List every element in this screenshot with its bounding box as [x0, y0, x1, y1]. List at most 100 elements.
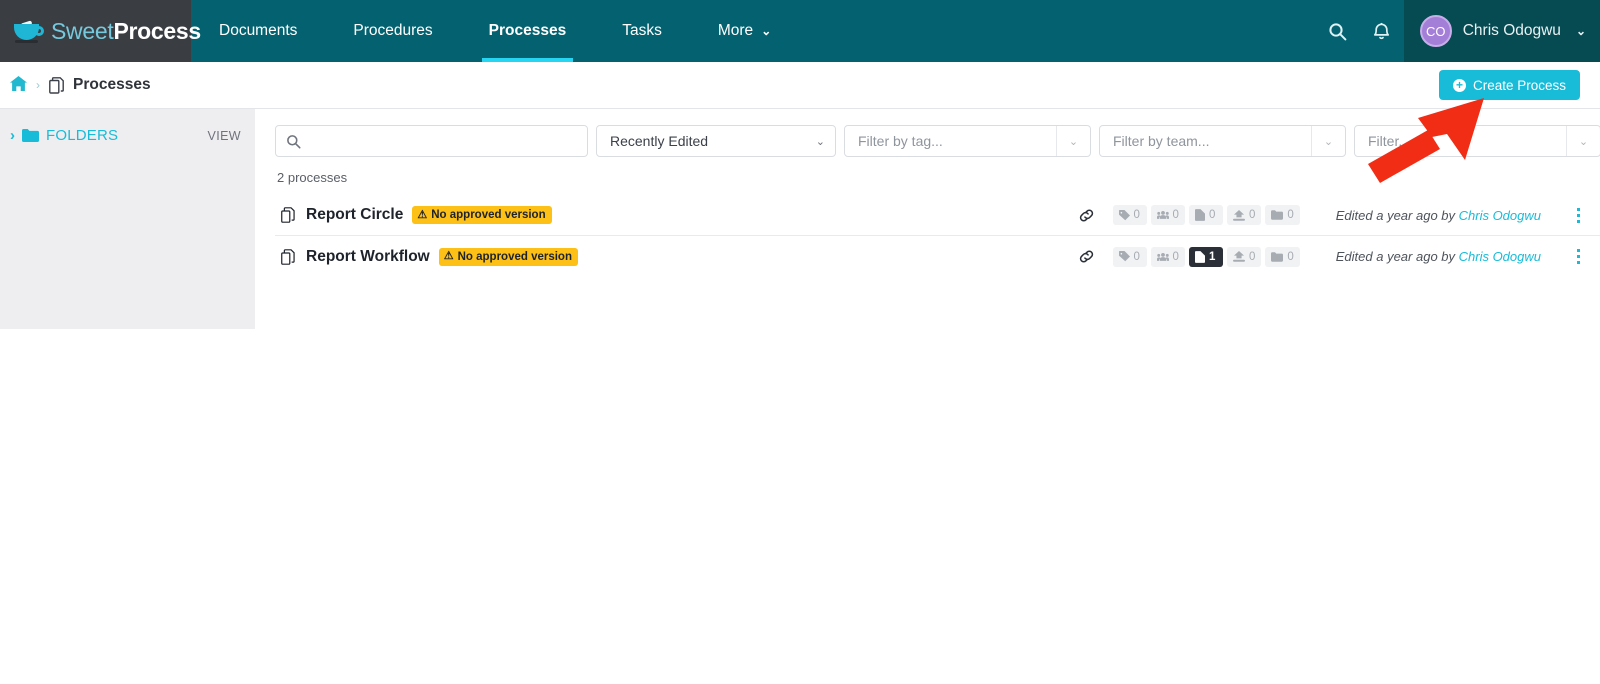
- process-list: Report Circle ⚠ No approved version 0 0 …: [275, 195, 1600, 277]
- folder-counter[interactable]: 0: [1265, 246, 1300, 267]
- create-process-button[interactable]: + Create Process: [1438, 70, 1580, 100]
- avatar: CO: [1419, 15, 1452, 47]
- copy-document-icon: [281, 207, 295, 223]
- nav-item-label: More: [717, 22, 754, 39]
- search-icon: [286, 134, 301, 149]
- warning-icon: ⚠: [417, 208, 428, 221]
- table-row[interactable]: Report Workflow ⚠ No approved version 0 …: [275, 236, 1600, 277]
- sidebar: › FOLDERS VIEW: [0, 109, 255, 329]
- app-logo[interactable]: SweetProcess: [0, 0, 201, 62]
- document-counter[interactable]: 0: [1188, 205, 1223, 225]
- other-filter-select[interactable]: Filter... ⌄: [1354, 125, 1600, 157]
- search-icon[interactable]: [1316, 0, 1360, 62]
- team-counter[interactable]: 0: [1150, 246, 1185, 267]
- main-nav-links: Documents Procedures Processes Tasks Mor…: [191, 0, 799, 62]
- chevron-down-icon: ⌄: [1311, 126, 1345, 156]
- filter-bar: Recently Edited ⌄ Filter by tag... ⌄ Fil…: [275, 125, 1600, 157]
- kebab-menu-icon[interactable]: [1567, 207, 1589, 223]
- bell-icon[interactable]: [1360, 0, 1404, 62]
- status-badge-label: No approved version: [457, 250, 572, 263]
- status-badge-label: No approved version: [431, 209, 546, 221]
- edited-author-link[interactable]: Chris Odogwu: [1459, 208, 1541, 223]
- nav-item-processes[interactable]: Processes: [461, 0, 595, 62]
- edited-prefix: Edited a year ago by: [1335, 249, 1459, 264]
- nav-item-label: Procedures: [353, 22, 433, 39]
- tag-counter[interactable]: 0: [1112, 205, 1147, 225]
- other-filter-placeholder: Filter...: [1368, 133, 1411, 149]
- counter-value: 0: [1133, 250, 1140, 263]
- breadcrumb-separator: ›: [36, 78, 40, 92]
- nav-item-label: Processes: [488, 22, 567, 39]
- counter-value: 0: [1172, 209, 1179, 221]
- chevron-down-icon: ⌄: [761, 24, 772, 38]
- chevron-down-icon: ⌄: [1575, 24, 1586, 38]
- process-title[interactable]: Report Workflow: [306, 248, 430, 266]
- kebab-menu-icon[interactable]: [1567, 249, 1589, 264]
- table-row[interactable]: Report Circle ⚠ No approved version 0 0 …: [275, 195, 1600, 236]
- nav-item-procedures[interactable]: Procedures: [325, 0, 460, 62]
- logo-process-text: Process: [113, 17, 201, 44]
- top-navigation-bar: SweetProcess Documents Procedures Proces…: [0, 0, 1600, 62]
- document-counter[interactable]: 1: [1188, 246, 1223, 267]
- process-count-label: 2 processes: [277, 170, 348, 185]
- nav-item-tasks[interactable]: Tasks: [594, 0, 690, 62]
- content-area: Recently Edited ⌄ Filter by tag... ⌄ Fil…: [255, 109, 1600, 329]
- sidebar-item-folders[interactable]: › FOLDERS: [10, 127, 118, 144]
- user-menu[interactable]: CO Chris Odogwu ⌄: [1403, 0, 1600, 62]
- page-title: Processes: [73, 76, 151, 93]
- team-filter-select[interactable]: Filter by team... ⌄: [1099, 125, 1346, 157]
- sidebar-folders-row: › FOLDERS VIEW: [10, 127, 241, 144]
- coffee-cup-icon: [14, 18, 44, 44]
- counter-value: 0: [1133, 209, 1140, 221]
- nav-item-documents[interactable]: Documents: [191, 0, 325, 62]
- counter-value: 0: [1248, 250, 1256, 263]
- tag-filter-select[interactable]: Filter by tag... ⌄: [844, 125, 1091, 157]
- row-counters: 0 0 0 0 0: [1112, 205, 1300, 225]
- counter-value: 0: [1172, 250, 1179, 263]
- upload-counter[interactable]: 0: [1226, 205, 1262, 225]
- row-counters: 0 0 1 0 0: [1112, 246, 1300, 267]
- search-input[interactable]: [275, 125, 588, 157]
- sort-select-value: Recently Edited: [610, 133, 709, 149]
- chevron-right-icon: ›: [10, 127, 15, 144]
- chevron-down-icon: ⌄: [1056, 126, 1090, 156]
- sort-select[interactable]: Recently Edited ⌄: [596, 125, 836, 157]
- edited-info: Edited a year ago by Chris Odogwu: [1336, 208, 1541, 223]
- folder-icon: [22, 129, 39, 142]
- nav-item-label: Tasks: [622, 22, 662, 39]
- edited-prefix: Edited a year ago by: [1335, 207, 1459, 223]
- home-icon[interactable]: [10, 76, 27, 94]
- breadcrumb: › Processes: [10, 76, 151, 94]
- process-title[interactable]: Report Circle: [306, 206, 403, 224]
- link-icon[interactable]: [1078, 207, 1095, 224]
- edited-author-link[interactable]: Chris Odogwu: [1459, 249, 1541, 264]
- nav-item-label: Documents: [219, 22, 298, 39]
- team-counter[interactable]: 0: [1150, 205, 1185, 225]
- user-name-label: Chris Odogwu: [1462, 22, 1561, 39]
- logo-wordmark: SweetProcess: [51, 18, 201, 45]
- nav-right-group: CO Chris Odogwu ⌄: [1316, 0, 1600, 62]
- sidebar-view-link[interactable]: VIEW: [207, 129, 241, 143]
- plus-icon: +: [1452, 78, 1466, 92]
- counter-value: 1: [1208, 250, 1216, 263]
- warning-icon: ⚠: [443, 250, 454, 262]
- team-filter-placeholder: Filter by team...: [1113, 133, 1210, 149]
- link-icon[interactable]: [1078, 248, 1095, 265]
- edited-info: Edited a year ago by Chris Odogwu: [1336, 249, 1541, 264]
- chevron-down-icon: ⌄: [815, 135, 825, 148]
- sidebar-folders-label: FOLDERS: [46, 127, 119, 144]
- nav-item-more[interactable]: More ⌄: [690, 0, 799, 62]
- create-process-label: Create Process: [1472, 77, 1566, 93]
- page-root: SweetProcess Documents Procedures Proces…: [0, 0, 1600, 684]
- body-wrapper: › FOLDERS VIEW Recently Edited ⌄ Filter …: [0, 109, 1600, 329]
- status-badge: ⚠ No approved version: [438, 247, 578, 266]
- folder-counter[interactable]: 0: [1265, 205, 1300, 225]
- counter-value: 0: [1287, 209, 1294, 221]
- status-badge: ⚠ No approved version: [412, 206, 552, 224]
- chevron-down-icon: ⌄: [1566, 126, 1600, 156]
- tag-counter[interactable]: 0: [1112, 246, 1147, 267]
- processes-icon: [49, 76, 64, 94]
- upload-counter[interactable]: 0: [1226, 246, 1262, 267]
- breadcrumb-bar: › Processes + Create Process: [0, 62, 1600, 109]
- copy-document-icon: [281, 248, 295, 265]
